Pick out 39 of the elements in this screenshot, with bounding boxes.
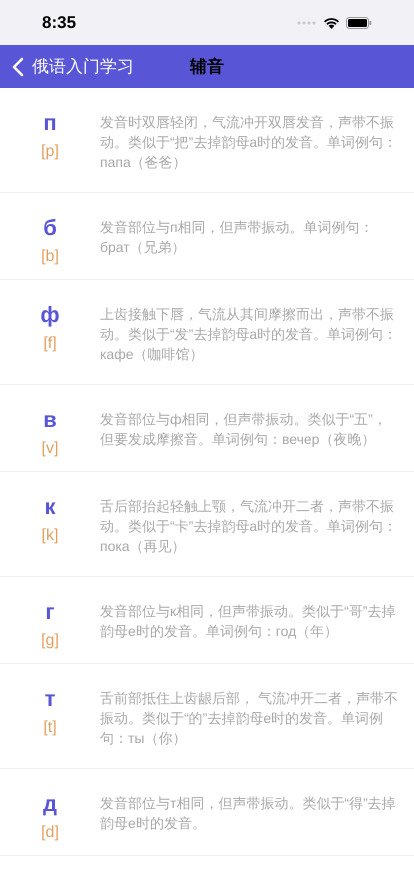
description: 发音部位与т相同，但声带振动。类似于“得”去掉韵母e时的发音。 — [100, 794, 397, 833]
ipa-label: [k] — [42, 526, 58, 546]
description: 发音部位与к相同，但声带振动。类似于“哥”去掉韵母e时的发音。单词例句：год（年） — [100, 602, 396, 641]
wifi-icon — [323, 16, 340, 28]
letter: к — [44, 496, 56, 518]
consonant-row[interactable]: в [v] 发音部位与ф相同，但声带振动。类似于“五”，但要发成摩擦音。单词例句：вечер（夜晚） — [0, 385, 414, 472]
letter: д — [43, 793, 57, 815]
ipa-label: [t] — [43, 718, 57, 738]
consonant-row[interactable]: ф [f] 上齿接触下唇，气流从其间摩擦而出，声带不振动。类似于“发”去掉韵母a时的发音。单词例句：кафе（咖啡馆） — [0, 280, 414, 385]
ipa-label: [d] — [41, 823, 59, 843]
description: 舌后部抬起轻触上颚，气流冲开二者，声带不振动。类似于“卡”去掉韵母a时的发音。单词例句：пока（再见） — [100, 497, 398, 556]
ipa-label: [p] — [41, 142, 59, 162]
consonant-row[interactable]: т [t] 舌前部抵住上齿龈后部， 气流冲开二者，声带不振动。类似于“的”去掉韵母e时的发音。单词例句：ты（你） — [0, 664, 414, 769]
ipa-label: [f] — [43, 334, 57, 354]
consonant-row[interactable]: б [b] 发音部位与п相同，但声带振动。单词例句：брат（兄弟） — [0, 193, 414, 280]
description: 发音部位与п相同，但声带振动。单词例句：брат（兄弟） — [100, 218, 375, 257]
ipa-label: [v] — [42, 439, 58, 459]
letter: ф — [40, 304, 60, 326]
description: 舌前部抵住上齿龈后部， 气流冲开二者，声带不振动。类似于“的”去掉韵母e时的发音。单词例句：ты（你） — [100, 689, 399, 748]
letter: п — [43, 112, 57, 134]
back-button[interactable]: 俄语入门学习 — [0, 54, 134, 80]
description: 发音部位与ф相同，但声带振动。类似于“五”，但要发成摩擦音。单词例句：вечер（夜晚） — [100, 410, 388, 449]
ipa-label: [g] — [41, 631, 59, 651]
signal-icon — [297, 20, 317, 24]
consonant-row[interactable]: к [k] 舌后部抬起轻触上颚，气流冲开二者，声带不振动。类似于“卡”去掉韵母a时的发音。单词例句：пока（再见） — [0, 472, 414, 577]
description: 发音时双唇轻闭，气流冲开双唇发音，声带不振动。类似于“把”去掉韵母a时的发音。单词例句：папа（爸爸） — [100, 113, 398, 172]
page-title: 辅音 — [190, 56, 224, 78]
ipa-label: [b] — [41, 247, 59, 267]
letter: г — [45, 601, 55, 623]
letter: т — [44, 688, 56, 710]
chevron-left-icon — [12, 56, 24, 76]
letter: б — [43, 217, 57, 239]
battery-icon — [346, 16, 372, 28]
consonant-row[interactable]: п [p] 发音时双唇轻闭，气流冲开双唇发音，声带不振动。类似于“把”去掉韵母a时的发音。单词例句：папа（爸爸） — [0, 88, 414, 193]
consonant-row[interactable]: д [d] 发音部位与т相同，但声带振动。类似于“得”去掉韵母e时的发音。 — [0, 769, 414, 856]
consonant-row[interactable]: г [g] 发音部位与к相同，但声带振动。类似于“哥”去掉韵母e时的发音。单词例句：год（年） — [0, 577, 414, 664]
description: 上齿接触下唇，气流从其间摩擦而出，声带不振动。类似于“发”去掉韵母a时的发音。单词例句：кафе（咖啡馆） — [100, 305, 398, 364]
status-time: 8:35 — [42, 12, 76, 34]
letter: в — [43, 409, 57, 431]
